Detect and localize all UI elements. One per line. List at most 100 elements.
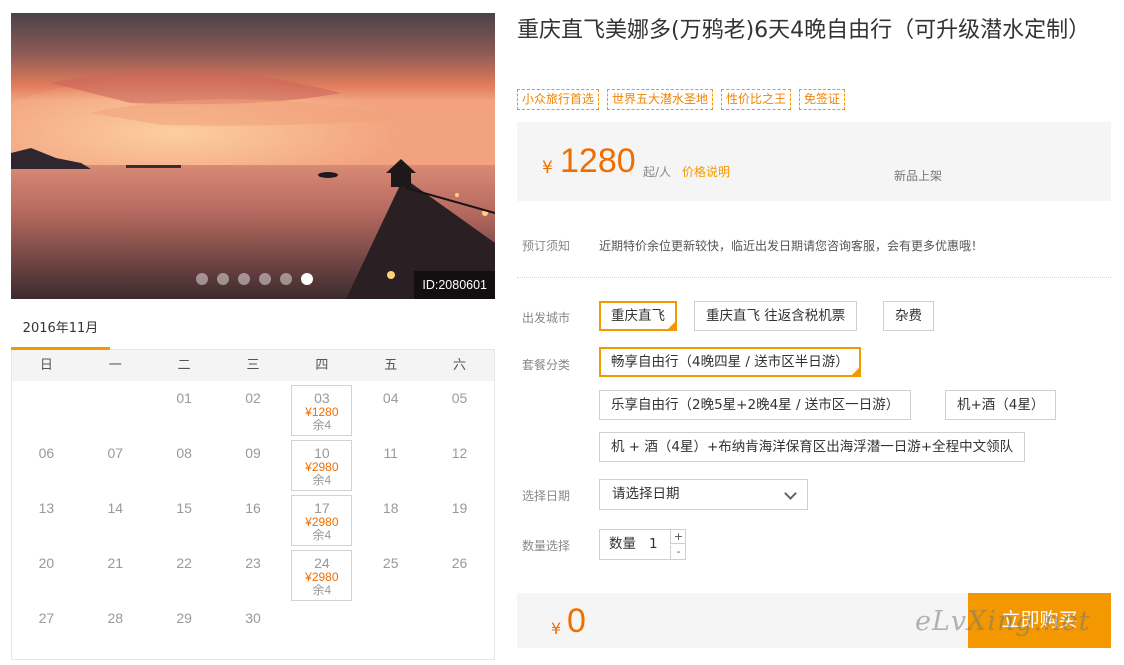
price-explain-link[interactable]: 价格说明 bbox=[682, 163, 730, 180]
day-number: 11 bbox=[383, 445, 398, 461]
calendar-day: 23 bbox=[219, 548, 288, 603]
calendar-day: 13 bbox=[12, 493, 81, 548]
quantity-input[interactable]: 1 bbox=[649, 530, 658, 559]
day-number: 25 bbox=[382, 555, 399, 571]
price-value: 1280 bbox=[560, 142, 636, 180]
calendar-day: 22 bbox=[150, 548, 219, 603]
day-remaining-seats: 余4 bbox=[312, 528, 332, 542]
calendar-day: 01 bbox=[150, 383, 219, 438]
calendar-day: 26 bbox=[425, 548, 494, 603]
calendar-blank-cell bbox=[81, 383, 150, 438]
weekday-label: 二 bbox=[177, 358, 191, 373]
calendar-weekday-header: 日一二三四五六 bbox=[12, 350, 494, 381]
tab-month[interactable]: 2016年11月 bbox=[11, 312, 110, 350]
quantity-field-label: 数量 bbox=[609, 536, 636, 552]
departure-option-misc-fees[interactable]: 杂费 bbox=[883, 301, 934, 331]
calendar-blank-cell bbox=[12, 383, 81, 438]
calendar-day: 14 bbox=[81, 493, 150, 548]
weekday-label: 五 bbox=[384, 358, 398, 373]
calendar-day: 21 bbox=[81, 548, 150, 603]
calendar-day: 11 bbox=[356, 438, 425, 493]
day-number: 12 bbox=[451, 445, 468, 461]
package-option-3[interactable]: 机+酒（4星） bbox=[945, 390, 1057, 420]
carousel-dot[interactable] bbox=[301, 273, 313, 285]
day-number: 05 bbox=[451, 390, 468, 406]
carousel-dots bbox=[196, 273, 313, 285]
calendar-day: 27 bbox=[12, 603, 81, 658]
calendar-day-available[interactable]: 17 ¥2980 余4 bbox=[291, 495, 353, 546]
day-number: 04 bbox=[382, 390, 399, 406]
calendar-day: 06 bbox=[12, 438, 81, 493]
calendar-day-available[interactable]: 03 ¥1280 余4 bbox=[291, 385, 353, 436]
day-number: 21 bbox=[107, 555, 124, 571]
package-option-4[interactable]: 机 + 酒（4星）+布纳肯海洋保育区出海浮潜一日游+全程中文领队 bbox=[599, 432, 1026, 462]
day-number: 26 bbox=[451, 555, 468, 571]
calendar-day-available[interactable]: 10 ¥2980 余4 bbox=[291, 440, 353, 491]
carousel-dot[interactable] bbox=[196, 273, 208, 285]
carousel-dot[interactable] bbox=[238, 273, 250, 285]
new-arrival-badge: 新品上架 bbox=[894, 169, 943, 183]
weekday-label: 一 bbox=[108, 358, 122, 373]
booking-notice-label: 预订须知 bbox=[522, 239, 571, 253]
day-remaining-seats: 余4 bbox=[312, 473, 332, 487]
package-type-label: 套餐分类 bbox=[522, 358, 571, 372]
calendar-day: 15 bbox=[150, 493, 219, 548]
package-option-1[interactable]: 畅享自由行（4晚四星 / 送市区半日游） bbox=[599, 347, 861, 377]
departure-option-roundtrip-ticket[interactable]: 重庆直飞 往返含税机票 bbox=[694, 301, 858, 331]
quantity-stepper: 数量 1 + - bbox=[599, 529, 686, 560]
day-number: 06 bbox=[38, 445, 55, 461]
day-number: 24 bbox=[314, 555, 330, 571]
quantity-decrease-button[interactable]: - bbox=[670, 545, 686, 559]
calendar-day: 25 bbox=[356, 548, 425, 603]
price-unit: 起/人 bbox=[643, 165, 672, 179]
day-remaining-seats: 余4 bbox=[312, 418, 332, 432]
booking-notice-text: 近期特价余位更新较快，临近出发日期请您咨询客服，会有更多优惠哦！ bbox=[599, 239, 984, 253]
package-option-2[interactable]: 乐享自由行（2晚5星+2晚4星 / 送市区一日游） bbox=[599, 390, 912, 420]
calendar-day: 07 bbox=[81, 438, 150, 493]
product-id-label: ID:2080601 bbox=[414, 271, 495, 299]
day-number: 09 bbox=[245, 445, 261, 461]
day-number: 20 bbox=[38, 555, 55, 571]
date-select-dropdown[interactable]: 请选择日期 bbox=[599, 479, 808, 510]
day-number: 23 bbox=[245, 555, 261, 571]
calendar-day: 16 bbox=[219, 493, 288, 548]
carousel-dot[interactable] bbox=[217, 273, 229, 285]
weekday-label: 日 bbox=[39, 358, 53, 373]
calendar-day-available[interactable]: 24 ¥2980 余4 bbox=[291, 550, 353, 601]
carousel-dot[interactable] bbox=[280, 273, 292, 285]
feature-tag: 小众旅行首选 bbox=[517, 89, 600, 110]
day-number: 02 bbox=[245, 390, 261, 406]
calendar-day: 30 bbox=[219, 603, 288, 658]
calendar-day: 08 bbox=[150, 438, 219, 493]
day-number: 08 bbox=[176, 445, 192, 461]
day-number: 30 bbox=[245, 610, 261, 626]
day-number: 15 bbox=[176, 500, 192, 516]
day-number: 28 bbox=[107, 610, 124, 626]
calendar-day: 18 bbox=[356, 493, 425, 548]
price-box: ¥ 1280 起/人 价格说明 新品上架 bbox=[517, 122, 1111, 201]
day-number: 19 bbox=[451, 500, 468, 516]
quantity-increase-button[interactable]: + bbox=[670, 530, 686, 544]
departure-option-chongqing-direct[interactable]: 重庆直飞 bbox=[599, 301, 677, 331]
quantity-label: 数量选择 bbox=[522, 539, 571, 553]
weekday-label: 三 bbox=[246, 358, 260, 373]
day-number: 29 bbox=[176, 610, 192, 626]
departure-city-label: 出发城市 bbox=[522, 311, 571, 325]
day-number: 17 bbox=[314, 500, 330, 516]
day-number: 27 bbox=[38, 610, 55, 626]
day-number: 13 bbox=[38, 500, 55, 516]
date-select-label: 选择日期 bbox=[522, 489, 571, 503]
day-number: 07 bbox=[107, 445, 124, 461]
day-number: 03 bbox=[314, 390, 330, 406]
price-currency: ¥ bbox=[542, 158, 553, 178]
buy-now-button[interactable]: 立即购买 bbox=[968, 593, 1111, 648]
day-number: 14 bbox=[107, 500, 124, 516]
product-photo-gallery[interactable]: ID:2080601 bbox=[11, 13, 495, 299]
total-currency: ¥ bbox=[551, 619, 562, 638]
carousel-dot[interactable] bbox=[259, 273, 271, 285]
calendar-day: 28 bbox=[81, 603, 150, 658]
feature-tag: 免签证 bbox=[799, 89, 846, 110]
sunset-pier-photo bbox=[11, 13, 495, 299]
weekday-label: 六 bbox=[453, 358, 467, 373]
day-number: 22 bbox=[176, 555, 192, 571]
